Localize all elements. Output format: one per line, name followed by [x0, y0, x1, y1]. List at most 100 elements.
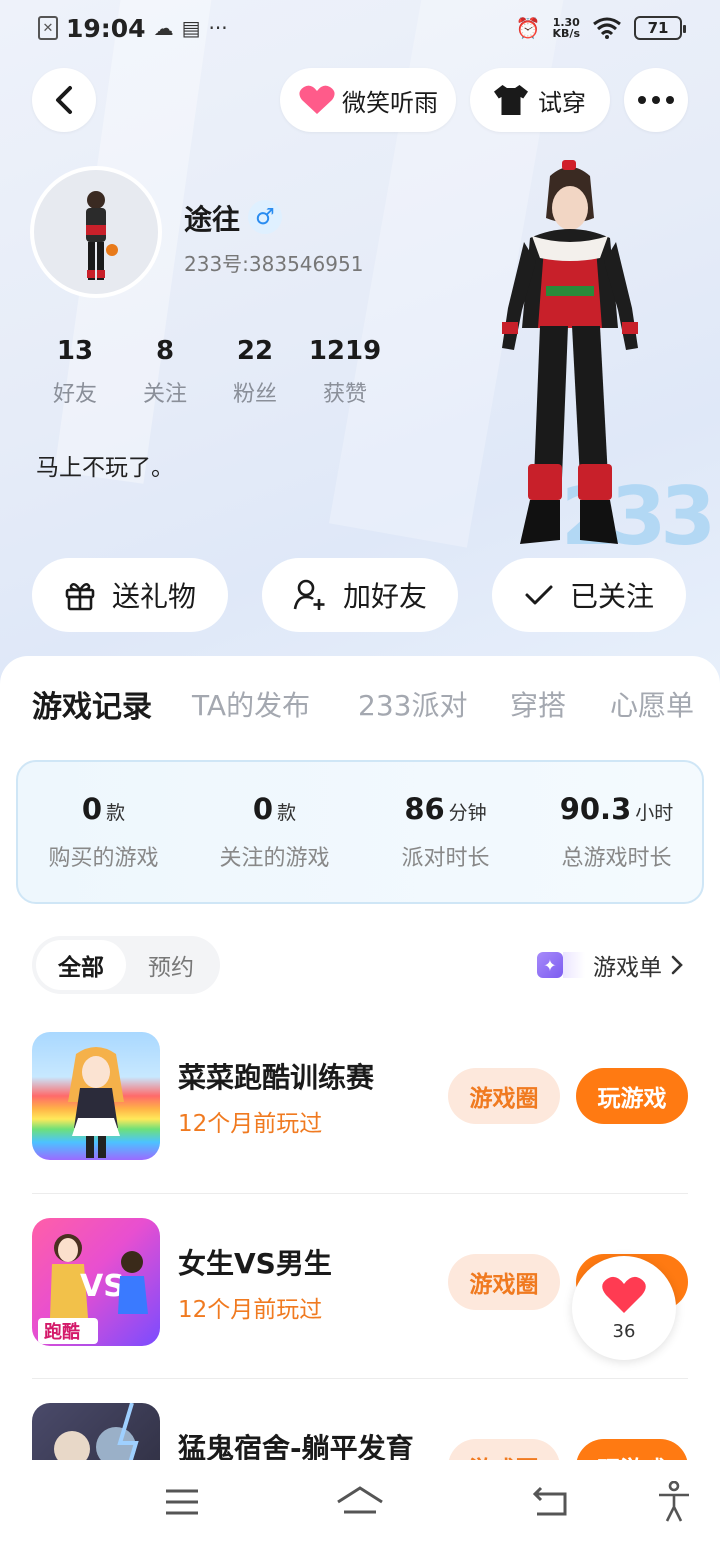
thumb-label: 跑酷 — [44, 1321, 80, 1343]
game-list-label: 游戏单 — [593, 955, 662, 981]
user-id: 233号:383546951 — [184, 252, 364, 276]
like-floating-button[interactable]: 36 — [572, 1256, 676, 1360]
heart-icon — [602, 1276, 646, 1313]
send-gift-label: 送礼物 — [111, 580, 196, 613]
add-friend-button[interactable]: 加好友 — [262, 558, 458, 632]
wifi-icon — [593, 17, 621, 39]
male-gender-icon: ♂ — [248, 200, 282, 234]
check-icon — [525, 585, 553, 605]
stat-label: 好友 — [52, 382, 97, 407]
tab-bar: 游戏记录 TA的发布 233派对 穿搭 心愿单 — [0, 680, 720, 769]
add-friend-label: 加好友 — [342, 580, 427, 613]
game-circle-button[interactable]: 游戏圈 — [448, 1254, 560, 1310]
game-thumbnail: VS 跑酷 — [32, 1218, 160, 1346]
filter-reserve[interactable]: 预约 — [126, 940, 216, 990]
alarm-icon: ⏰ — [515, 16, 541, 40]
stat-label: 派对时长 — [401, 846, 490, 871]
stat-num: 1219 — [308, 336, 382, 366]
game-circle-button[interactable]: 游戏圈 — [448, 1439, 560, 1461]
game-name: 女生VS男生 — [178, 1247, 332, 1280]
stat-value: 0 — [81, 792, 103, 826]
stat-total-game-time[interactable]: 90.3 小时 总游戏时长 — [531, 762, 702, 902]
stat-label: 总游戏时长 — [561, 846, 672, 871]
add-user-icon — [293, 579, 325, 610]
stat-num: 13 — [56, 336, 94, 366]
game-list-link[interactable]: ✦ 游戏单 — [537, 948, 684, 982]
followed-label: 已关注 — [569, 580, 654, 613]
back-button[interactable] — [32, 68, 96, 132]
more-dots-icon — [638, 96, 674, 104]
tab-outfits[interactable]: 穿搭 — [510, 684, 566, 724]
game-circle-button[interactable]: 游戏圈 — [448, 1068, 560, 1124]
cloud-icon: ☁ — [153, 16, 174, 40]
divider — [32, 1378, 688, 1379]
profile-stats: 13 好友 8 关注 22 粉丝 1219 获赞 — [30, 336, 390, 408]
stat-followed-games[interactable]: 0款 关注的游戏 — [189, 762, 360, 902]
stat-purchased-games[interactable]: 0款 购买的游戏 — [18, 762, 189, 902]
status-bar: ✕ 19:04 ☁ ▤ ··· ⏰ 1.30 KB/s 71 — [0, 0, 720, 56]
try-on-button[interactable]: 试穿 — [470, 68, 610, 132]
last-played: 12个月前玩过 — [178, 1111, 323, 1137]
stat-following[interactable]: 8 关注 — [120, 336, 210, 408]
stat-value: 90.3 — [559, 792, 632, 826]
back-nav-icon[interactable] — [530, 1480, 570, 1524]
avatar-figure — [86, 191, 118, 280]
more-button[interactable] — [624, 68, 688, 132]
stat-value: 86 — [404, 792, 445, 826]
stat-unit: 款 — [277, 802, 297, 824]
sparkle-icon: ✦ — [537, 952, 563, 978]
filter-all[interactable]: 全部 — [36, 940, 126, 990]
last-played: 12个月前玩过 — [178, 1297, 323, 1323]
net-speed: 1.30 KB/s — [553, 17, 580, 39]
tab-wishlist[interactable]: 心愿单 — [610, 684, 694, 724]
game-stats-card: 0款 购买的游戏 0款 关注的游戏 86 分钟 派对时长 90.3 小时 总游戏时长 — [16, 760, 704, 904]
filter-segment: 全部 预约 — [32, 936, 220, 994]
divider — [32, 1193, 688, 1194]
tab-game-records[interactable]: 游戏记录 — [32, 682, 152, 726]
battery-indicator: 71 — [634, 16, 686, 40]
accessibility-icon[interactable] — [654, 1480, 694, 1524]
bio: 马上不玩了。 — [36, 455, 174, 481]
shirt-icon — [494, 85, 528, 115]
friend-chip-button[interactable]: 微笑听雨 — [280, 68, 456, 132]
game-name: 菜菜跑酷训练赛 — [178, 1061, 375, 1094]
avatar[interactable] — [30, 166, 162, 298]
list-item[interactable]: 猛鬼宿舍-躺平发育 游戏圈 玩游戏 — [32, 1403, 688, 1461]
net-speed-unit: KB/s — [552, 27, 580, 40]
status-time: 19:04 — [66, 13, 146, 43]
play-game-button[interactable]: 玩游戏 — [576, 1068, 688, 1124]
svg-text:VS: VS — [80, 1269, 125, 1304]
list-item[interactable]: 菜菜跑酷训练赛 12个月前玩过 游戏圈 玩游戏 — [32, 1032, 688, 1218]
gift-icon — [65, 583, 95, 611]
chevron-left-icon — [56, 86, 72, 114]
character-avatar-3d[interactable] — [490, 158, 650, 558]
stat-likes[interactable]: 1219 获赞 — [300, 336, 390, 408]
stat-unit: 款 — [106, 802, 126, 824]
tab-posts[interactable]: TA的发布 — [192, 684, 310, 724]
heart-icon — [299, 85, 335, 114]
card-icon: ▤ — [181, 16, 201, 40]
stat-label: 粉丝 — [232, 382, 277, 407]
followed-button[interactable]: 已关注 — [492, 558, 686, 632]
more-status-icon: ··· — [208, 16, 228, 40]
system-nav-bar — [0, 1460, 720, 1544]
chevron-right-icon — [671, 955, 683, 975]
stat-label: 获赞 — [322, 382, 367, 407]
stat-value: 0 — [252, 792, 274, 826]
send-gift-button[interactable]: 送礼物 — [32, 558, 228, 632]
stat-unit: 小时 — [635, 802, 674, 824]
home-icon[interactable] — [336, 1480, 384, 1524]
notification-x-icon: ✕ — [38, 16, 58, 40]
stat-party-time[interactable]: 86 分钟 派对时长 — [360, 762, 531, 902]
tab-party[interactable]: 233派对 — [358, 684, 467, 724]
play-game-button[interactable]: 玩游戏 — [576, 1439, 688, 1461]
username: 途往 — [184, 203, 241, 236]
stat-num: 22 — [236, 336, 274, 366]
stat-friends[interactable]: 13 好友 — [30, 336, 120, 408]
game-name: 猛鬼宿舍-躺平发育 — [178, 1432, 414, 1461]
stat-fans[interactable]: 22 粉丝 — [210, 336, 300, 408]
menu-icon[interactable] — [160, 1480, 204, 1524]
stat-label: 关注 — [142, 382, 187, 407]
content-panel: 游戏记录 TA的发布 233派对 穿搭 心愿单 0款 购买的游戏 0款 关注的游… — [0, 656, 720, 1544]
stat-unit: 分钟 — [448, 802, 487, 824]
